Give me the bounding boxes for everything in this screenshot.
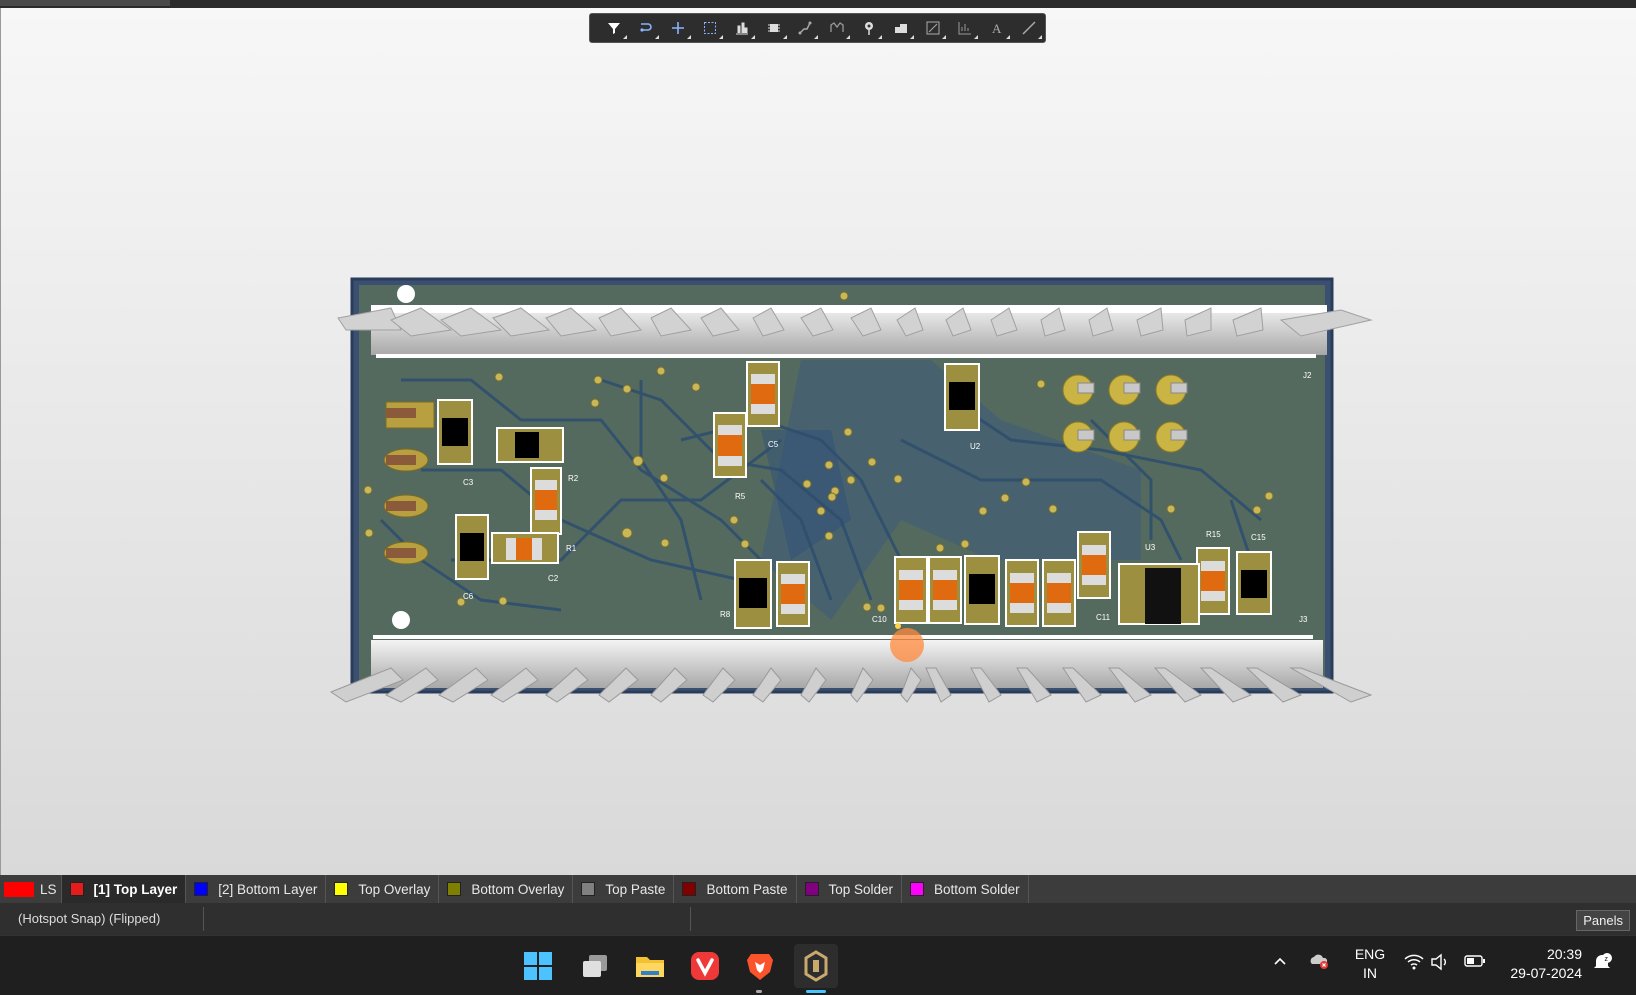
filter-icon[interactable]	[598, 15, 630, 41]
status-divider	[690, 907, 691, 931]
app-indicator	[756, 990, 762, 993]
top-solder-swatch	[804, 882, 819, 896]
layer-label: [2] Bottom Layer	[218, 881, 318, 897]
panels-button[interactable]: Panels	[1576, 910, 1630, 931]
bottom-solder-swatch	[910, 882, 925, 896]
select-rect-icon[interactable]	[694, 15, 726, 41]
layer-tab-bottom-layer[interactable]: [2] Bottom Layer	[186, 875, 327, 903]
header-top	[337, 305, 1373, 358]
label-r5: R5	[735, 492, 746, 501]
wifi-icon[interactable]	[1404, 953, 1424, 974]
label-j3: J3	[1299, 615, 1308, 624]
clock-time: 20:39	[1546, 946, 1582, 962]
bottom-paste-swatch	[682, 882, 697, 896]
bottom-overlay-swatch	[447, 882, 462, 896]
active-bar-toolbar: A	[589, 13, 1046, 43]
language-code: ENG	[1354, 946, 1386, 962]
active-app-indicator	[806, 990, 826, 993]
top-paste-swatch	[581, 882, 596, 896]
region-code: IN	[1363, 965, 1377, 981]
clock-date: 29-07-2024	[1510, 965, 1582, 981]
layer-tab-top-layer[interactable]: [1] Top Layer	[61, 875, 187, 903]
chevron-up-icon[interactable]	[1272, 953, 1288, 972]
altium-designer-icon[interactable]	[794, 944, 838, 988]
label-u2: U2	[970, 442, 981, 451]
file-explorer-icon[interactable]	[630, 946, 670, 986]
clock[interactable]: 20:39 29-07-2024	[1500, 945, 1582, 983]
battery-icon[interactable]	[1464, 954, 1486, 971]
line-icon[interactable]	[1013, 15, 1045, 41]
label-j2: J2	[1303, 371, 1312, 380]
layer-label: Top Paste	[605, 881, 666, 897]
label-c5: C5	[768, 440, 779, 449]
layer-label: Bottom Solder	[934, 881, 1020, 897]
graph-icon[interactable]	[917, 15, 949, 41]
polygon-icon[interactable]	[885, 15, 917, 41]
top-layer-swatch	[69, 882, 84, 896]
label-c11: C11	[1096, 613, 1111, 622]
language-indicator[interactable]: ENG IN	[1352, 945, 1388, 983]
cursor-hotspot	[890, 628, 924, 662]
label-c2: C2	[548, 574, 559, 583]
pcb-3d-view[interactable]: C3 R2 R1 C2 C6 C5 R5 R8 U2 C10 C11 U3 R1…	[1, 8, 1636, 875]
pcb-3d-canvas[interactable]: C3 R2 R1 C2 C6 C5 R5 R8 U2 C10 C11 U3 R1…	[0, 8, 1636, 875]
label-c15: C15	[1251, 533, 1266, 542]
layer-set-button[interactable]: LS	[0, 875, 62, 903]
svg-text:A: A	[992, 21, 1002, 36]
label-c10: C10	[872, 615, 887, 624]
layer-label: [1] Top Layer	[93, 881, 178, 897]
layer-tab-bottom-solder[interactable]: Bottom Solder	[902, 875, 1029, 903]
layer-label: Bottom Overlay	[471, 881, 565, 897]
component-icon[interactable]	[758, 15, 790, 41]
label-u3: U3	[1145, 543, 1156, 552]
ls-label: LS	[40, 881, 57, 897]
layer-label: Top Overlay	[358, 881, 431, 897]
label-r15: R15	[1206, 530, 1221, 539]
task-view-icon[interactable]	[575, 946, 615, 986]
status-bar: (Hotspot Snap) (Flipped) Panels	[0, 903, 1636, 935]
status-message: (Hotspot Snap) (Flipped)	[18, 911, 161, 926]
vivaldi-icon[interactable]	[685, 946, 725, 986]
current-layer-swatch	[4, 881, 34, 897]
text-icon[interactable]: A	[981, 15, 1013, 41]
label-r1: R1	[566, 544, 577, 553]
label-r2: R2	[568, 474, 579, 483]
layer-tab-top-paste[interactable]: Top Paste	[573, 875, 675, 903]
interactive-routing-icon[interactable]	[630, 15, 662, 41]
cursor-hotspot-dot	[895, 623, 901, 629]
document-tab[interactable]	[0, 0, 170, 6]
chart-icon[interactable]	[949, 15, 981, 41]
windows-start-icon[interactable]	[518, 946, 558, 986]
layer-tab-bottom-paste[interactable]: Bottom Paste	[674, 875, 797, 903]
brave-icon[interactable]	[740, 946, 780, 986]
volume-icon[interactable]	[1430, 953, 1450, 974]
label-c3: C3	[463, 478, 474, 487]
layer-tabs-bar: LS [1] Top Layer [2] Bottom Layer Top Ov…	[0, 875, 1636, 903]
layer-label: Top Solder	[828, 881, 894, 897]
mounting-hole-2	[392, 611, 410, 629]
svg-text:z: z	[1605, 956, 1609, 963]
bottom-layer-swatch	[194, 882, 209, 896]
top-overlay-swatch	[334, 882, 349, 896]
notification-icon[interactable]: z	[1592, 952, 1612, 975]
place-via-icon[interactable]	[853, 15, 885, 41]
window-top-bar	[0, 0, 1636, 8]
layer-tab-top-overlay[interactable]: Top Overlay	[326, 875, 440, 903]
label-c6: C6	[463, 592, 474, 601]
windows-taskbar: ENG IN 20:39 29-07-2024 z	[0, 935, 1636, 995]
place-cross-icon[interactable]	[662, 15, 694, 41]
route-icon[interactable]	[790, 15, 822, 41]
tune-icon[interactable]	[821, 15, 853, 41]
onedrive-error-icon[interactable]	[1308, 952, 1330, 973]
layer-tab-top-solder[interactable]: Top Solder	[797, 875, 903, 903]
status-divider	[203, 907, 204, 931]
layer-label: Bottom Paste	[706, 881, 788, 897]
align-icon[interactable]	[726, 15, 758, 41]
layer-tab-bottom-overlay[interactable]: Bottom Overlay	[439, 875, 574, 903]
mounting-hole-1	[397, 285, 415, 303]
label-r8: R8	[720, 610, 731, 619]
